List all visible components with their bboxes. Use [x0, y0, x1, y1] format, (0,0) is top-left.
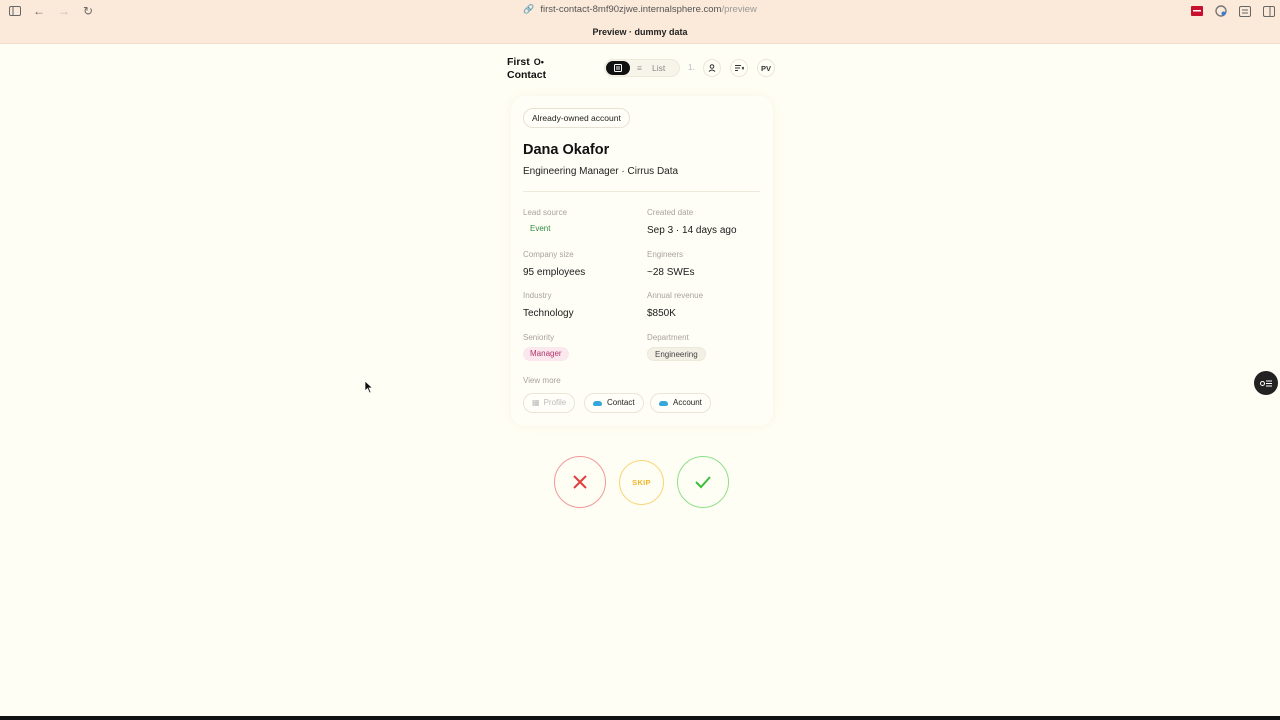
- engineers-value: ~28 SWEs: [647, 267, 695, 278]
- annual-revenue-value: $850K: [647, 308, 676, 319]
- contact-link-button[interactable]: Contact: [584, 393, 644, 413]
- salesforce-cloud-icon: [593, 400, 602, 406]
- sort-icon: [734, 65, 744, 71]
- company-size-value: 95 employees: [523, 267, 586, 278]
- logo-line1: First: [507, 56, 530, 68]
- check-icon: [695, 476, 711, 489]
- extension-red-icon[interactable]: [1190, 4, 1204, 18]
- bottom-edge: [0, 716, 1280, 720]
- user-avatar[interactable]: PV: [757, 59, 775, 77]
- preview-banner: Preview · dummy data: [0, 22, 1280, 44]
- view-more-label: View more: [523, 376, 561, 385]
- engineers-label: Engineers: [647, 250, 684, 259]
- contact-name: Dana Okafor: [523, 142, 610, 158]
- profile-link-button[interactable]: ▦ Profile: [523, 393, 576, 413]
- person-filter-button[interactable]: [703, 59, 721, 77]
- link-icon: 🔗: [523, 4, 535, 14]
- industry-value: Technology: [523, 308, 574, 319]
- key-icon: O•: [533, 57, 544, 67]
- browser-toolbar: ← → ↻ 🔗 first-contact-8mf90zjwe.internals…: [0, 0, 1280, 22]
- reject-button[interactable]: [554, 456, 606, 508]
- address-bar[interactable]: 🔗 first-contact-8mf90zjwe.internalsphere.…: [0, 4, 1280, 15]
- skip-button[interactable]: SKIP: [619, 460, 664, 505]
- item-count: 1.: [688, 63, 695, 72]
- card-view-button[interactable]: [606, 61, 630, 75]
- account-link-button[interactable]: Account: [650, 393, 711, 413]
- url-host: first-contact-8mf90zjwe.internalsphere.c…: [540, 4, 722, 15]
- department-label: Department: [647, 333, 689, 342]
- floating-menu-button[interactable]: [1254, 371, 1278, 395]
- list-icon: ≡: [637, 63, 642, 73]
- person-icon: [708, 64, 716, 72]
- divider: [523, 191, 760, 192]
- ownership-badge: Already-owned account: [523, 108, 630, 128]
- extension-globe-icon[interactable]: [1214, 4, 1228, 18]
- annual-revenue-label: Annual revenue: [647, 291, 704, 300]
- view-toggle: ≡ List: [604, 59, 680, 77]
- company-size-label: Company size: [523, 250, 574, 259]
- created-date-value: Sep 3 · 14 days ago: [647, 225, 737, 236]
- department-badge: Engineering: [647, 347, 706, 361]
- created-date-label: Created date: [647, 208, 694, 217]
- list-view-button[interactable]: ≡ List: [637, 63, 665, 73]
- industry-label: Industry: [523, 291, 552, 300]
- lead-source-badge: Event: [523, 222, 558, 236]
- account-link-label: Account: [673, 398, 702, 407]
- url-path: /preview: [721, 4, 757, 15]
- sort-button[interactable]: [730, 59, 748, 77]
- seniority-label: Seniority: [523, 333, 555, 342]
- toggle-list-icon: [1260, 380, 1272, 386]
- profile-icon: ▦: [532, 398, 540, 407]
- mouse-cursor-icon: [364, 380, 374, 394]
- accept-button[interactable]: [677, 456, 729, 508]
- seniority-badge: Manager: [523, 347, 569, 361]
- contact-link-label: Contact: [607, 398, 635, 407]
- split-view-icon[interactable]: [1262, 4, 1276, 18]
- profile-link-label: Profile: [543, 398, 567, 407]
- x-icon: [573, 475, 587, 489]
- reader-icon[interactable]: [1238, 4, 1252, 18]
- salesforce-cloud-icon: [659, 400, 668, 406]
- list-view-label: List: [651, 63, 666, 73]
- app-logo: First O• Contact: [507, 56, 546, 82]
- lead-source-label: Lead source: [523, 208, 568, 217]
- contact-title-company: Engineering Manager · Cirrus Data: [523, 166, 679, 177]
- logo-line2: Contact: [507, 69, 547, 81]
